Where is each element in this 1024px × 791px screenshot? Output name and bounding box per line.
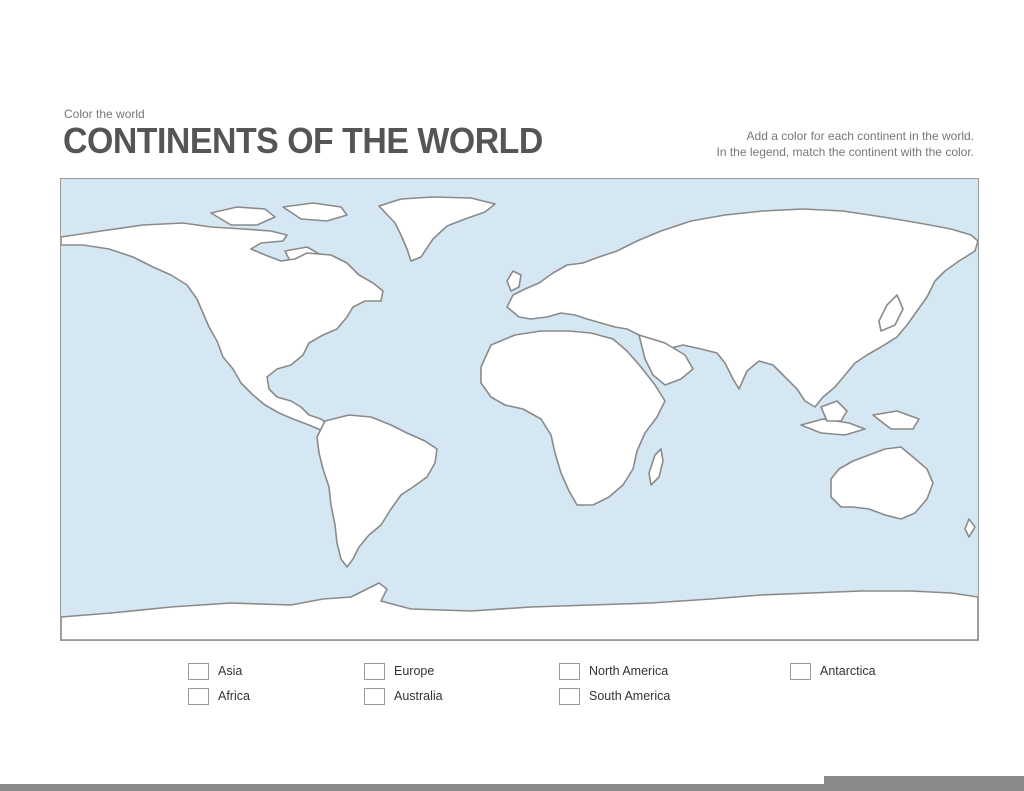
color-box-north-america[interactable] (559, 662, 580, 680)
legend-label: Africa (218, 689, 250, 703)
instructions: Add a color for each continent in the wo… (717, 128, 975, 160)
world-map (60, 178, 979, 641)
south-america[interactable] (316, 414, 438, 568)
legend-label: Australia (394, 689, 443, 703)
legend-item-australia[interactable]: Australia (364, 686, 443, 706)
color-box-asia[interactable] (188, 662, 209, 680)
color-box-antarctica[interactable] (790, 662, 811, 680)
legend-item-south-america[interactable]: South America (559, 686, 670, 706)
british-isles (506, 270, 522, 292)
australia[interactable] (830, 446, 934, 520)
footer-bar-accent (824, 776, 1024, 791)
legend-item-europe[interactable]: Europe (364, 661, 434, 681)
greenland[interactable] (378, 196, 496, 262)
north-america[interactable] (61, 222, 384, 432)
arctic-island (210, 206, 276, 226)
legend-item-north-america[interactable]: North America (559, 661, 668, 681)
africa[interactable] (480, 330, 666, 506)
legend-label: North America (589, 664, 669, 678)
instruction-line-2: In the legend, match the continent with … (716, 145, 975, 159)
antarctica[interactable] (61, 582, 978, 640)
color-box-europe[interactable] (364, 662, 385, 680)
legend-item-antarctica[interactable]: Antarctica (790, 661, 876, 681)
legend-label: Asia (218, 664, 243, 678)
subtitle: Color the world (64, 107, 145, 121)
color-box-australia[interactable] (364, 687, 385, 705)
legend-item-asia[interactable]: Asia (188, 661, 242, 681)
legend-label: Antarctica (820, 664, 876, 678)
legend-item-africa[interactable]: Africa (188, 686, 250, 706)
new-guinea (872, 410, 920, 430)
arctic-island (282, 202, 348, 222)
color-box-africa[interactable] (188, 687, 209, 705)
legend-label: Europe (394, 664, 435, 678)
page-title: CONTINENTS OF THE WORLD (63, 120, 543, 161)
borneo (820, 400, 848, 422)
new-zealand (964, 518, 976, 538)
world-map-svg (61, 196, 978, 640)
legend-label: South America (589, 689, 671, 703)
instruction-line-1: Add a color for each continent in the wo… (746, 129, 974, 143)
footer-bar (0, 784, 824, 791)
madagascar (648, 448, 664, 486)
color-box-south-america[interactable] (559, 687, 580, 705)
